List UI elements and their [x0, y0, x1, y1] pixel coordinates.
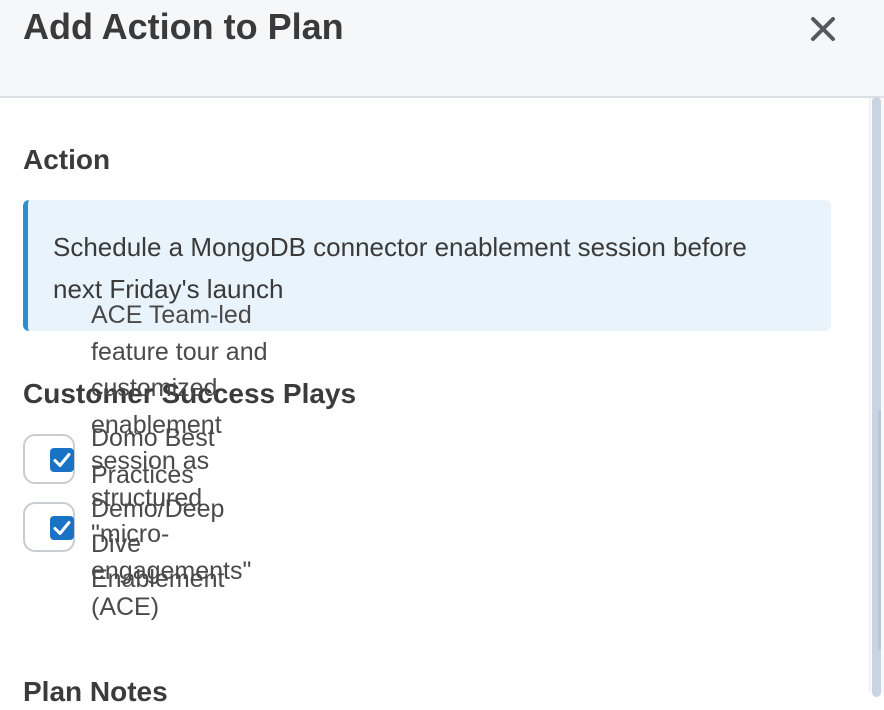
scrollbar-thumb-highlight: [878, 410, 881, 650]
dialog-header: Add Action to Plan: [0, 0, 884, 98]
dialog-title: Add Action to Plan: [23, 6, 344, 47]
close-icon: [811, 17, 835, 41]
close-button[interactable]: [804, 6, 844, 46]
play-label-demo-deep-dive: Demo/Deep Dive Enablement: [91, 495, 225, 593]
play-checkbox-demo-deep-dive[interactable]: [23, 502, 75, 552]
checkmark-icon: [53, 453, 71, 467]
checkbox-checked[interactable]: [50, 448, 74, 472]
action-label: Action: [23, 144, 111, 175]
play-checkbox-domo-best-practices[interactable]: [23, 434, 75, 484]
checkmark-icon: [53, 521, 71, 535]
plan-notes-label: Plan Notes: [23, 676, 168, 707]
play-label-domo-best-practices: Domo Best Practices: [91, 424, 215, 489]
checkbox-checked[interactable]: [50, 516, 74, 540]
